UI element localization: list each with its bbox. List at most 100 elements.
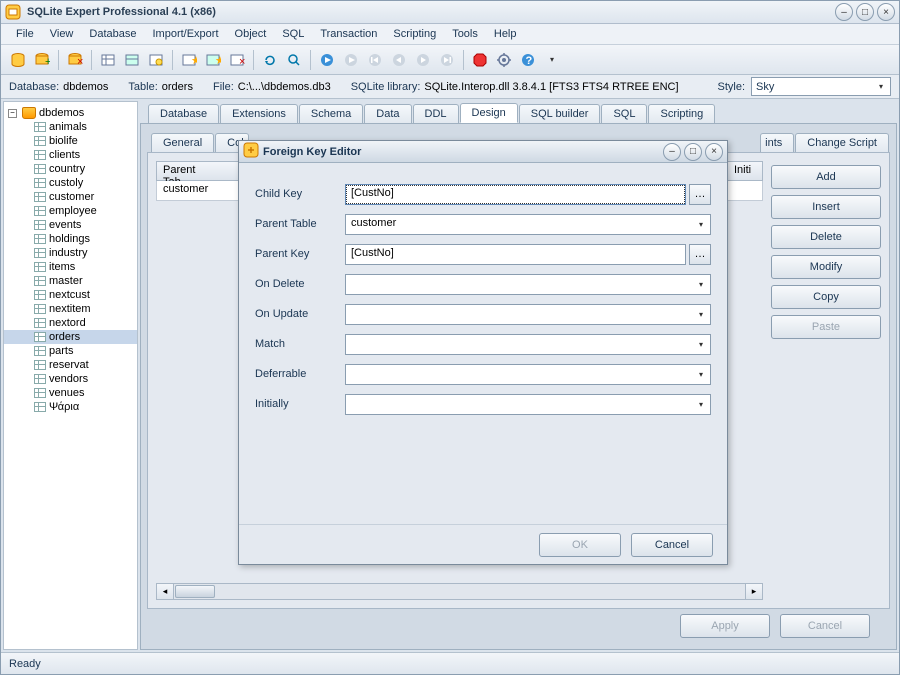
deferrable-combo[interactable]: [345, 364, 711, 385]
tree-item-industry[interactable]: industry: [4, 246, 137, 260]
menu-scripting[interactable]: Scripting: [386, 26, 443, 42]
chevron-down-icon[interactable]: ▾: [694, 398, 708, 411]
menu-help[interactable]: Help: [487, 26, 524, 42]
tab-general[interactable]: General: [151, 133, 214, 152]
tb-drop-icon[interactable]: ×: [226, 49, 248, 71]
child-key-input[interactable]: [CustNo]: [345, 184, 686, 205]
tb-help-icon[interactable]: ?: [517, 49, 539, 71]
chevron-down-icon[interactable]: ▾: [694, 218, 708, 231]
tree-item-country[interactable]: country: [4, 162, 137, 176]
tab-design[interactable]: Design: [460, 103, 518, 123]
apply-button[interactable]: Apply: [680, 614, 770, 638]
on-delete-combo[interactable]: [345, 274, 711, 295]
tb-close-db-icon[interactable]: ×: [64, 49, 86, 71]
add-button[interactable]: Add: [771, 165, 881, 189]
menu-sql[interactable]: SQL: [275, 26, 311, 42]
tb-new-view-icon[interactable]: ★: [202, 49, 224, 71]
dialog-close-button[interactable]: ×: [705, 143, 723, 161]
parent-key-input[interactable]: [CustNo]: [345, 244, 686, 265]
tab-sql[interactable]: SQL: [601, 104, 647, 123]
tab-schema[interactable]: Schema: [299, 104, 363, 123]
chevron-down-icon[interactable]: ▾: [694, 308, 708, 321]
chevron-down-icon[interactable]: ▾: [694, 278, 708, 291]
tab-data[interactable]: Data: [364, 104, 411, 123]
modify-button[interactable]: Modify: [771, 255, 881, 279]
chevron-down-icon[interactable]: ▾: [694, 338, 708, 351]
tree-item-customer[interactable]: customer: [4, 190, 137, 204]
scroll-right-icon[interactable]: ▸: [745, 584, 762, 599]
tree-item-nextord[interactable]: nextord: [4, 316, 137, 330]
tb-new-db-icon[interactable]: [7, 49, 29, 71]
dialog-minimize-button[interactable]: –: [663, 143, 681, 161]
tree-item-venues[interactable]: venues: [4, 386, 137, 400]
parent-table-combo[interactable]: customer: [345, 214, 711, 235]
horizontal-scrollbar[interactable]: ◂ ▸: [156, 583, 763, 600]
tb-run-icon[interactable]: [316, 49, 338, 71]
menu-view[interactable]: View: [43, 26, 81, 42]
menu-database[interactable]: Database: [82, 26, 143, 42]
tb-run-step-icon[interactable]: [340, 49, 362, 71]
tree-item-items[interactable]: items: [4, 260, 137, 274]
insert-button[interactable]: Insert: [771, 195, 881, 219]
tb-find-icon[interactable]: [283, 49, 305, 71]
delete-button[interactable]: Delete: [771, 225, 881, 249]
scroll-left-icon[interactable]: ◂: [157, 584, 174, 599]
collapse-icon[interactable]: −: [8, 109, 17, 118]
dialog-cancel-button[interactable]: Cancel: [631, 533, 713, 557]
parent-key-browse-button[interactable]: …: [689, 244, 711, 265]
menu-tools[interactable]: Tools: [445, 26, 485, 42]
tree-root[interactable]: − dbdemos: [4, 106, 137, 120]
menu-import-export[interactable]: Import/Export: [145, 26, 225, 42]
tb-next-icon[interactable]: [412, 49, 434, 71]
menu-object[interactable]: Object: [228, 26, 274, 42]
tb-refresh-icon[interactable]: [259, 49, 281, 71]
tab-scripting[interactable]: Scripting: [648, 104, 715, 123]
tab-sql-builder[interactable]: SQL builder: [519, 104, 601, 123]
tb-skip-fwd-icon[interactable]: [436, 49, 458, 71]
tree-item-employee[interactable]: employee: [4, 204, 137, 218]
tree-item-custoly[interactable]: custoly: [4, 176, 137, 190]
style-combo[interactable]: Sky ▾: [751, 77, 891, 96]
tree-item-holdings[interactable]: holdings: [4, 232, 137, 246]
col-parent-table[interactable]: Parent Tab: [156, 161, 216, 181]
initially-combo[interactable]: [345, 394, 711, 415]
tree-item-animals[interactable]: animals: [4, 120, 137, 134]
tree-panel[interactable]: − dbdemos animalsbiolifeclientscountrycu…: [3, 101, 138, 650]
tab-ddl[interactable]: DDL: [413, 104, 459, 123]
minimize-button[interactable]: –: [835, 3, 853, 21]
close-button[interactable]: ×: [877, 3, 895, 21]
tree-item-nextitem[interactable]: nextitem: [4, 302, 137, 316]
paste-button[interactable]: Paste: [771, 315, 881, 339]
tb-open-db-icon[interactable]: +: [31, 49, 53, 71]
tb-prev-icon[interactable]: [388, 49, 410, 71]
tree-item-Ψάρια[interactable]: Ψάρια: [4, 400, 137, 414]
dialog-maximize-button[interactable]: □: [684, 143, 702, 161]
tree-item-orders[interactable]: orders: [4, 330, 137, 344]
tb-settings-icon[interactable]: [493, 49, 515, 71]
tree-item-events[interactable]: events: [4, 218, 137, 232]
tab-change-script[interactable]: Change Script: [795, 133, 889, 152]
tb-new-table-icon[interactable]: ★: [178, 49, 200, 71]
tab-database[interactable]: Database: [148, 104, 219, 123]
match-combo[interactable]: [345, 334, 711, 355]
chevron-down-icon[interactable]: ▾: [694, 368, 708, 381]
scroll-thumb[interactable]: [175, 585, 215, 598]
tab-extensions[interactable]: Extensions: [220, 104, 298, 123]
ok-button[interactable]: OK: [539, 533, 621, 557]
tree-item-vendors[interactable]: vendors: [4, 372, 137, 386]
tree-item-nextcust[interactable]: nextcust: [4, 288, 137, 302]
tb-index-icon[interactable]: [145, 49, 167, 71]
tb-dropdown-icon[interactable]: ▾: [541, 49, 563, 71]
menu-file[interactable]: File: [9, 26, 41, 42]
col-initially[interactable]: Initi: [727, 161, 763, 181]
child-key-browse-button[interactable]: …: [689, 184, 711, 205]
cancel-button[interactable]: Cancel: [780, 614, 870, 638]
tree-item-parts[interactable]: parts: [4, 344, 137, 358]
tree-item-reservat[interactable]: reservat: [4, 358, 137, 372]
on-update-combo[interactable]: [345, 304, 711, 325]
tb-skip-back-icon[interactable]: [364, 49, 386, 71]
tab-ints-partial[interactable]: ints: [760, 133, 794, 152]
tb-table-icon[interactable]: [97, 49, 119, 71]
tb-stop-icon[interactable]: [469, 49, 491, 71]
tree-item-master[interactable]: master: [4, 274, 137, 288]
